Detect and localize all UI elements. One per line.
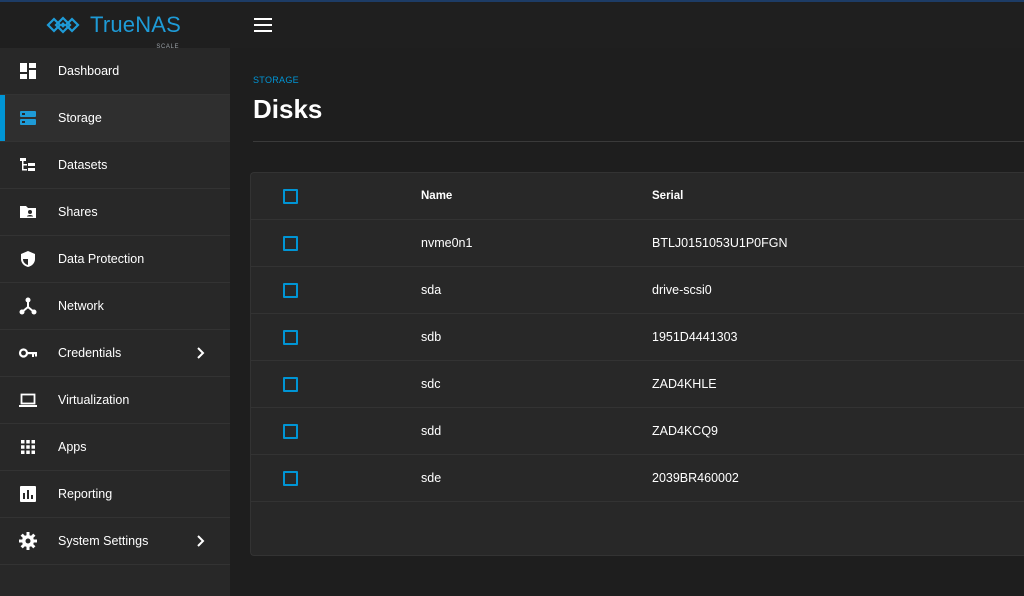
shield-icon <box>18 249 38 269</box>
table-row[interactable]: sde 2039BR460002 <box>251 455 1024 502</box>
sidebar-item-system-settings[interactable]: System Settings <box>0 518 230 565</box>
chevron-right-icon <box>197 347 205 359</box>
chevron-right-icon <box>197 535 205 547</box>
sidebar-item-label: Reporting <box>58 487 113 501</box>
sidebar: TrueNAS SCALE Dashboard Storage Datasets … <box>0 2 230 596</box>
sidebar-item-label: Apps <box>58 440 87 454</box>
storage-icon <box>18 108 38 128</box>
key-icon <box>18 343 38 363</box>
table-row[interactable]: sdd ZAD4KCQ9 <box>251 408 1024 455</box>
row-checkbox[interactable] <box>283 470 298 486</box>
shares-icon <box>18 202 38 222</box>
table-row[interactable]: sdc ZAD4KHLE <box>251 361 1024 408</box>
row-checkbox[interactable] <box>283 282 298 298</box>
dashboard-icon <box>18 61 38 81</box>
disk-serial: 1951D4441303 <box>652 330 738 344</box>
hamburger-menu-icon[interactable] <box>254 15 274 35</box>
table-row[interactable]: sdb 1951D4441303 <box>251 314 1024 361</box>
sidebar-item-label: Dashboard <box>58 64 120 78</box>
sidebar-item-label: Shares <box>58 205 98 219</box>
sidebar-item-label: Data Protection <box>58 252 145 266</box>
row-checkbox[interactable] <box>283 329 298 345</box>
disk-serial: ZAD4KCQ9 <box>652 424 718 438</box>
gear-icon <box>18 531 38 551</box>
header-divider <box>253 141 1024 142</box>
disk-name: sdb <box>421 330 442 344</box>
truenas-logo-icon <box>46 16 80 34</box>
sidebar-item-label: Datasets <box>58 158 108 172</box>
network-icon <box>18 296 38 316</box>
bar-chart-icon <box>18 484 38 504</box>
sidebar-item-apps[interactable]: Apps <box>0 424 230 471</box>
disk-serial: ZAD4KHLE <box>652 377 717 391</box>
apps-grid-icon <box>18 437 38 457</box>
disks-table: Name Serial nvme0n1 BTLJ0151053U1P0FGN s… <box>250 172 1024 556</box>
sidebar-item-label: Credentials <box>58 346 122 360</box>
sidebar-item-label: System Settings <box>58 534 149 548</box>
table-header-row: Name Serial <box>251 173 1024 220</box>
table-row[interactable]: nvme0n1 BTLJ0151053U1P0FGN <box>251 220 1024 267</box>
sidebar-item-label: Network <box>58 299 104 313</box>
sidebar-item-data-protection[interactable]: Data Protection <box>0 236 230 283</box>
sidebar-item-reporting[interactable]: Reporting <box>0 471 230 518</box>
sidebar-item-storage[interactable]: Storage <box>0 95 230 142</box>
sidebar-item-label: Storage <box>58 111 102 125</box>
disk-name: sdd <box>421 424 442 438</box>
column-header-name[interactable]: Name <box>421 190 452 202</box>
sidebar-item-shares[interactable]: Shares <box>0 189 230 236</box>
main-content: STORAGE Disks Name Serial nvme0n1 BTLJ01… <box>230 48 1024 596</box>
sidebar-item-credentials[interactable]: Credentials <box>0 330 230 377</box>
page-title: Disks <box>253 94 323 124</box>
disk-name: sde <box>421 471 442 485</box>
disk-name: nvme0n1 <box>421 236 473 250</box>
sidebar-item-dashboard[interactable]: Dashboard <box>0 48 230 95</box>
row-checkbox[interactable] <box>283 235 298 251</box>
logo-text: TrueNAS SCALE <box>90 14 181 51</box>
top-toolbar <box>230 2 1024 48</box>
logo[interactable]: TrueNAS SCALE <box>0 2 230 51</box>
disk-name: sda <box>421 283 442 297</box>
table-row[interactable]: sda drive-scsi0 <box>251 267 1024 314</box>
datasets-icon <box>18 155 38 175</box>
laptop-icon <box>18 390 38 410</box>
breadcrumb[interactable]: STORAGE <box>253 75 299 85</box>
sidebar-item-network[interactable]: Network <box>0 283 230 330</box>
disk-serial: 2039BR460002 <box>652 471 739 485</box>
disk-serial: BTLJ0151053U1P0FGN <box>652 236 788 250</box>
sidebar-item-label: Virtualization <box>58 393 130 407</box>
disk-serial: drive-scsi0 <box>652 283 712 297</box>
column-header-serial[interactable]: Serial <box>652 190 683 202</box>
disk-name: sdc <box>421 377 441 391</box>
row-checkbox[interactable] <box>283 423 298 439</box>
sidebar-item-datasets[interactable]: Datasets <box>0 142 230 189</box>
row-checkbox[interactable] <box>283 376 298 392</box>
sidebar-item-virtualization[interactable]: Virtualization <box>0 377 230 424</box>
select-all-checkbox[interactable] <box>283 188 298 204</box>
